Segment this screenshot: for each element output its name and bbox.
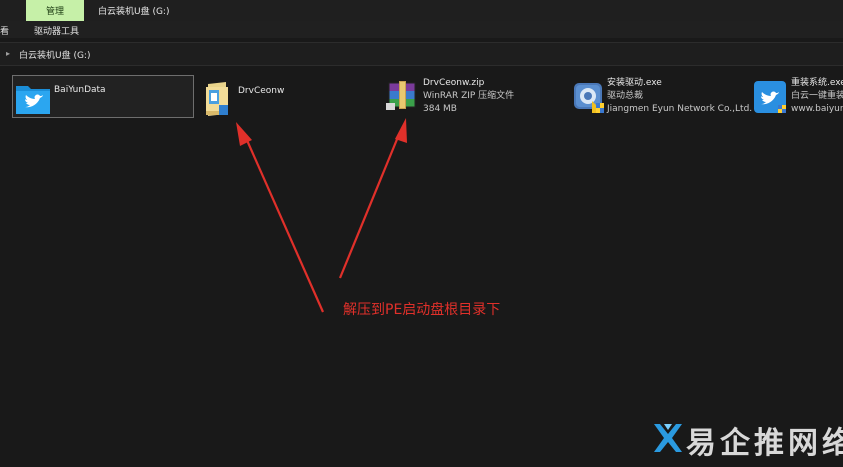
arrow-to-zip <box>338 118 407 279</box>
annotation-text: 解压到PE启动盘根目录下 <box>343 302 501 318</box>
arrow-to-folder <box>236 122 325 313</box>
annotation-arrows <box>236 118 407 313</box>
watermark-text: 易企推网络 <box>686 426 843 461</box>
watermark-logo-icon <box>654 424 682 452</box>
